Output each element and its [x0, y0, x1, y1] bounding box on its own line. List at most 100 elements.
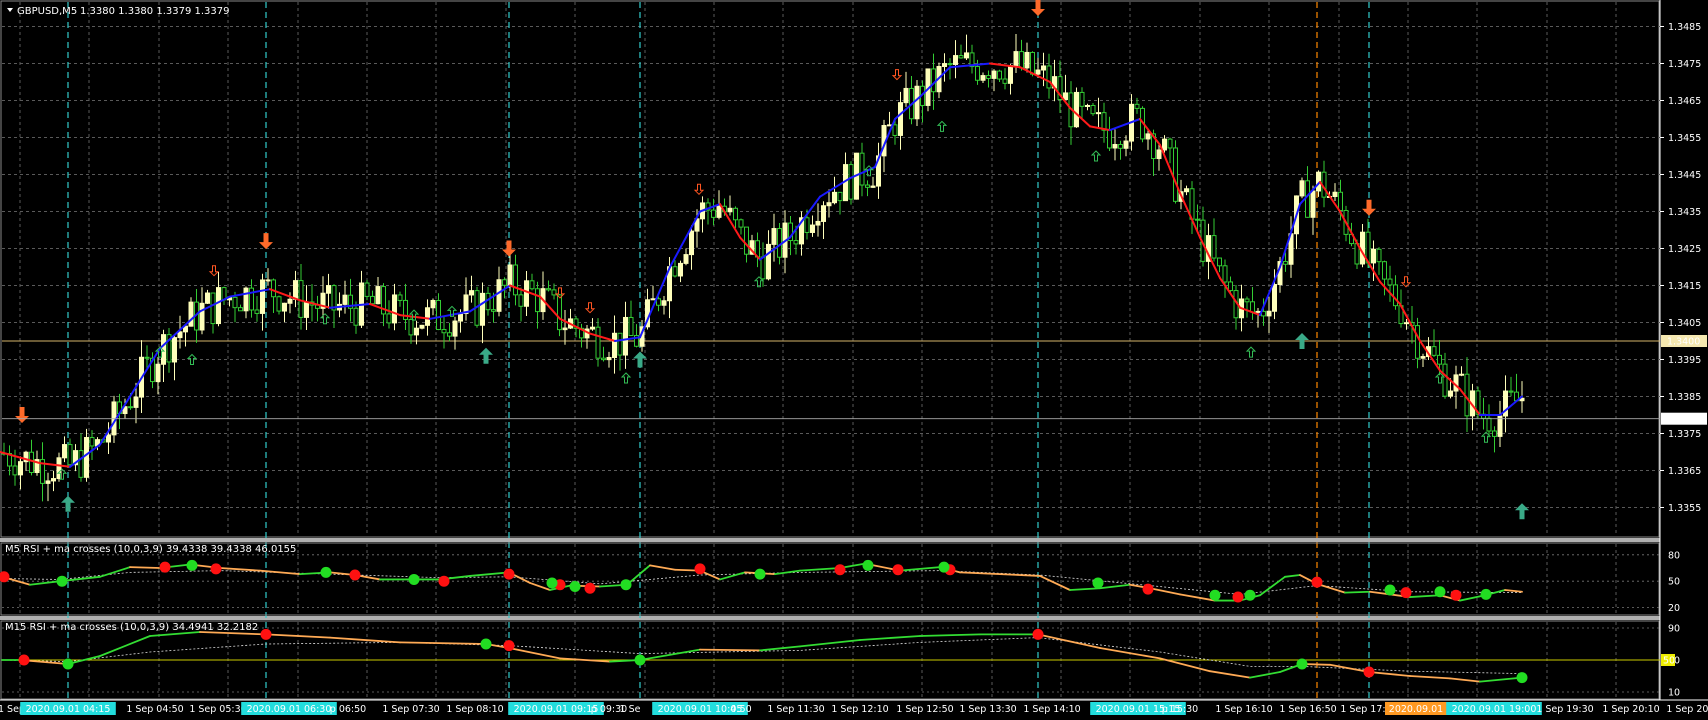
candle-body	[78, 450, 84, 478]
buy-cross-dot[interactable]	[1516, 672, 1528, 684]
time-label: 1 Se	[620, 704, 641, 715]
candle-body	[601, 357, 606, 361]
buy-cross-dot[interactable]	[480, 638, 492, 650]
sell-cross-dot[interactable]	[584, 582, 596, 594]
buy-cross-dot[interactable]	[1296, 658, 1308, 670]
buy-cross-dot[interactable]	[186, 559, 198, 571]
candle-body	[155, 363, 161, 383]
candle-body	[744, 226, 749, 255]
buy-cross-dot[interactable]	[862, 559, 874, 571]
candle-body	[243, 287, 249, 312]
candle-body	[612, 332, 617, 359]
time-label: 2020.09.01 06:30	[247, 704, 332, 715]
candle-body	[480, 292, 485, 326]
time-label: 1 Sep 20:10	[1602, 704, 1659, 715]
sell-cross-dot[interactable]	[1311, 576, 1323, 588]
buy-cross-dot[interactable]	[320, 566, 332, 578]
candle-body	[254, 309, 260, 314]
pane-separator[interactable]	[0, 538, 1660, 542]
candle-body	[232, 296, 238, 309]
buy-cross-dot[interactable]	[1209, 589, 1221, 601]
candle-body	[606, 357, 612, 361]
pane-separator[interactable]	[0, 616, 1660, 620]
buy-cross-dot[interactable]	[1480, 588, 1492, 600]
time-label: 1 Sep 04:50	[126, 704, 183, 715]
time-label: p 15:30	[1162, 704, 1198, 715]
candle-body	[804, 217, 810, 233]
candle-body	[1156, 149, 1162, 160]
sell-cross-dot[interactable]	[503, 640, 515, 652]
candle-body	[1013, 51, 1019, 67]
candle-body	[1195, 218, 1200, 221]
candle-body	[1431, 346, 1437, 356]
buy-cross-dot[interactable]	[546, 577, 558, 589]
candle-body	[1041, 65, 1046, 71]
candle-body	[326, 285, 331, 294]
candle-body	[766, 243, 771, 280]
price-tick-label: 1.3385	[1668, 392, 1701, 403]
candle-body	[375, 286, 381, 305]
sell-cross-dot[interactable]	[349, 569, 361, 581]
sell-cross-dot[interactable]	[1142, 583, 1154, 595]
candle-body	[1283, 261, 1288, 265]
rsi-line-segment	[699, 648, 761, 652]
m5-rsi-title: M5 RSI + ma crosses (10,0,3,9) 39.4338 3…	[5, 544, 296, 555]
candle-body	[562, 327, 568, 331]
buy-cross-dot[interactable]	[620, 579, 632, 591]
candle-body	[106, 434, 111, 443]
sell-cross-dot[interactable]	[1450, 589, 1462, 601]
buy-cross-dot[interactable]	[1434, 586, 1446, 598]
rsi-tick-label: 90	[1668, 624, 1680, 635]
candle-body	[1002, 78, 1008, 84]
candle-body	[1112, 144, 1118, 149]
price-tick-label: 1.3365	[1668, 466, 1701, 477]
candle-body	[1305, 180, 1310, 218]
buy-cross-dot[interactable]	[1244, 589, 1256, 601]
candle-body	[815, 220, 821, 226]
sell-cross-dot[interactable]	[159, 561, 171, 573]
sell-cross-dot[interactable]	[1363, 666, 1375, 678]
sell-cross-dot[interactable]	[834, 564, 846, 576]
candle-body	[304, 301, 309, 318]
buy-cross-dot[interactable]	[56, 575, 68, 587]
sell-cross-dot[interactable]	[18, 654, 30, 666]
buy-cross-dot[interactable]	[754, 568, 766, 580]
candle-body	[210, 292, 216, 325]
buy-cross-dot[interactable]	[1092, 577, 1104, 589]
sell-cross-dot[interactable]	[1400, 587, 1412, 599]
last-price-label: 1.3379	[1667, 414, 1700, 425]
sell-cross-dot[interactable]	[694, 563, 706, 575]
buy-cross-dot[interactable]	[938, 561, 950, 573]
candle-body	[661, 300, 667, 306]
price-tick-label: 1.3445	[1668, 170, 1701, 181]
sell-cross-dot[interactable]	[503, 568, 515, 580]
candle-body	[727, 207, 733, 213]
candle-body	[1492, 430, 1497, 437]
candle-body	[89, 437, 95, 447]
buy-cross-dot[interactable]	[1384, 584, 1396, 596]
buy-cross-dot[interactable]	[569, 580, 581, 592]
candle-body	[452, 320, 458, 337]
time-label: 1 Sep 12:50	[896, 704, 953, 715]
candle-body	[1101, 112, 1107, 131]
candle-body	[733, 207, 738, 221]
candle-body	[793, 240, 799, 245]
candle-body	[436, 299, 441, 331]
sell-cross-dot[interactable]	[892, 564, 904, 576]
trading-chart[interactable]: 1.3485 1.3475 1.3465 1.3455 1.3445 1.3435 1.34…	[0, 0, 1708, 720]
buy-cross-dot[interactable]	[62, 658, 74, 670]
rsi-tick-label: 20	[1668, 603, 1680, 614]
rsi-line-segment	[1344, 590, 1371, 594]
sell-cross-dot[interactable]	[1032, 628, 1044, 640]
candle-body	[1008, 65, 1013, 84]
sell-cross-dot[interactable]	[210, 563, 222, 575]
sell-cross-dot[interactable]	[438, 575, 450, 587]
candle-body	[1162, 138, 1167, 151]
sell-cross-dot[interactable]	[1232, 591, 1244, 603]
time-label: 1 Sep 13:30	[959, 704, 1016, 715]
buy-cross-dot[interactable]	[634, 654, 646, 666]
price-tick-label: 1.3435	[1668, 207, 1701, 218]
buy-cross-dot[interactable]	[408, 573, 420, 585]
sell-cross-dot[interactable]	[260, 628, 272, 640]
price-tick-label: 1.3395	[1668, 355, 1701, 366]
